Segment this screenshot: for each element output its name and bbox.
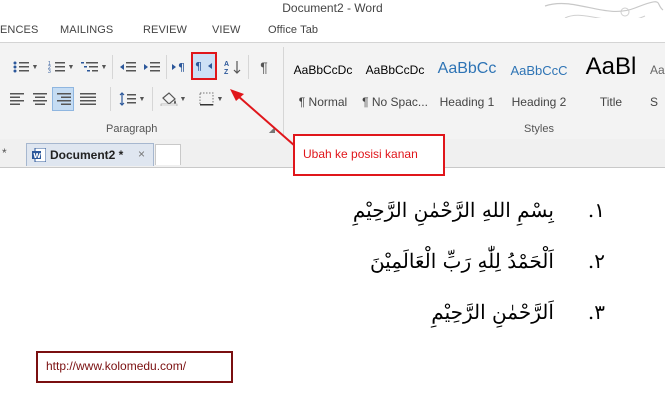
annotation-callout: Ubah ke posisi kanan bbox=[293, 134, 445, 176]
callout-text: Ubah ke posisi kanan bbox=[303, 147, 418, 161]
annotation-arrow-icon bbox=[230, 89, 296, 147]
watermark-url-box: http://www.kolomedu.com/ bbox=[36, 351, 233, 383]
watermark-url: http://www.kolomedu.com/ bbox=[46, 359, 187, 373]
